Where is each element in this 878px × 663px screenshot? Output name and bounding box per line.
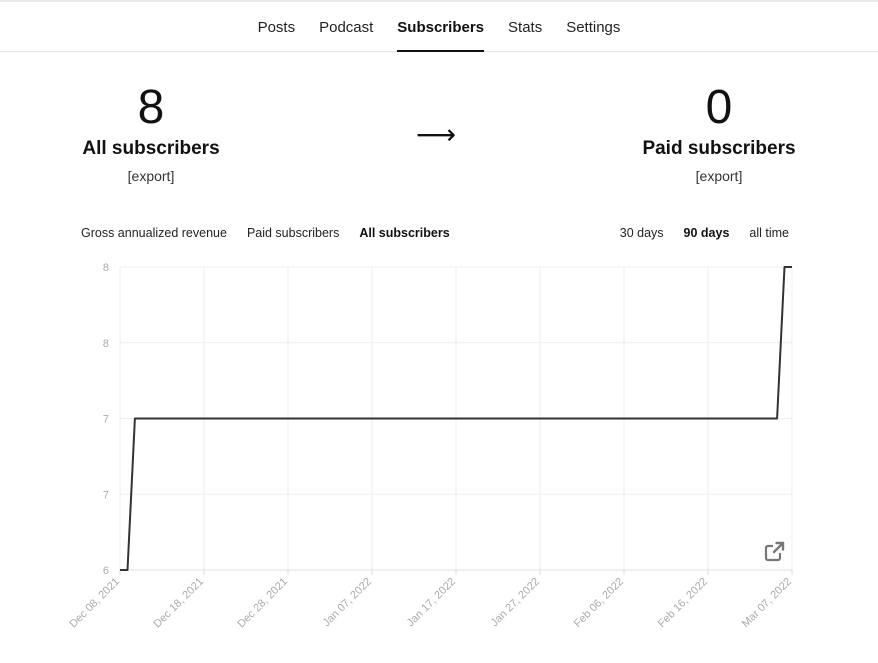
all-subscribers-export-link[interactable]: [export]: [51, 168, 251, 184]
all-subscribers-stat: 8 All subscribers [export]: [51, 80, 251, 184]
metric-tabs: Gross annualized revenue Paid subscriber…: [81, 226, 450, 240]
range-tab-all-time[interactable]: all time: [749, 226, 789, 240]
x-tick-label: Mar 07, 2022: [740, 576, 794, 630]
tab-settings[interactable]: Settings: [554, 2, 632, 52]
x-tick-label: Jan 27, 2022: [489, 576, 542, 629]
arrow-icon: ⟶: [416, 119, 457, 150]
range-tabs: 30 days 90 days all time: [620, 226, 789, 240]
x-tick-label: Feb 16, 2022: [656, 576, 710, 630]
metric-tab-revenue[interactable]: Gross annualized revenue: [81, 226, 227, 240]
tab-stats[interactable]: Stats: [496, 2, 554, 52]
paid-subscribers-label: Paid subscribers: [642, 138, 796, 159]
x-tick-label: Jan 17, 2022: [405, 576, 458, 629]
y-tick-label: 6: [103, 565, 109, 577]
all-subscribers-count: 8: [137, 81, 165, 134]
range-tab-30-days[interactable]: 30 days: [620, 226, 664, 240]
x-tick-label: Dec 18, 2021: [151, 576, 206, 631]
subscribers-chart: 6 7 7 8 8 Dec 08, 2021 Dec 18, 2021 Dec 28, 202…: [67, 262, 794, 631]
y-tick-label: 8: [103, 262, 109, 274]
tab-podcast[interactable]: Podcast: [307, 2, 385, 52]
top-nav: Posts Podcast Subscribers Stats Settings: [0, 0, 878, 52]
x-tick-label: Jan 07, 2022: [321, 576, 374, 629]
paid-subscribers-export-link[interactable]: [export]: [619, 168, 819, 184]
external-link-icon[interactable]: [764, 541, 785, 562]
tab-subscribers[interactable]: Subscribers: [385, 2, 496, 52]
metric-tab-paid-subscribers[interactable]: Paid subscribers: [247, 226, 339, 240]
all-subscribers-label: All subscribers: [82, 138, 220, 159]
y-tick-label: 7: [103, 414, 109, 426]
metric-tab-all-subscribers[interactable]: All subscribers: [359, 226, 449, 240]
range-tab-90-days[interactable]: 90 days: [684, 226, 730, 240]
x-tick-label: Dec 08, 2021: [67, 576, 122, 631]
paid-subscribers-count: 0: [705, 81, 733, 134]
tab-posts[interactable]: Posts: [246, 2, 308, 52]
y-tick-label: 8: [103, 338, 109, 350]
x-tick-label: Dec 28, 2021: [235, 576, 290, 631]
y-tick-label: 7: [103, 489, 109, 501]
x-tick-label: Feb 06, 2022: [572, 576, 626, 630]
paid-subscribers-stat: 0 Paid subscribers [export]: [619, 80, 819, 184]
